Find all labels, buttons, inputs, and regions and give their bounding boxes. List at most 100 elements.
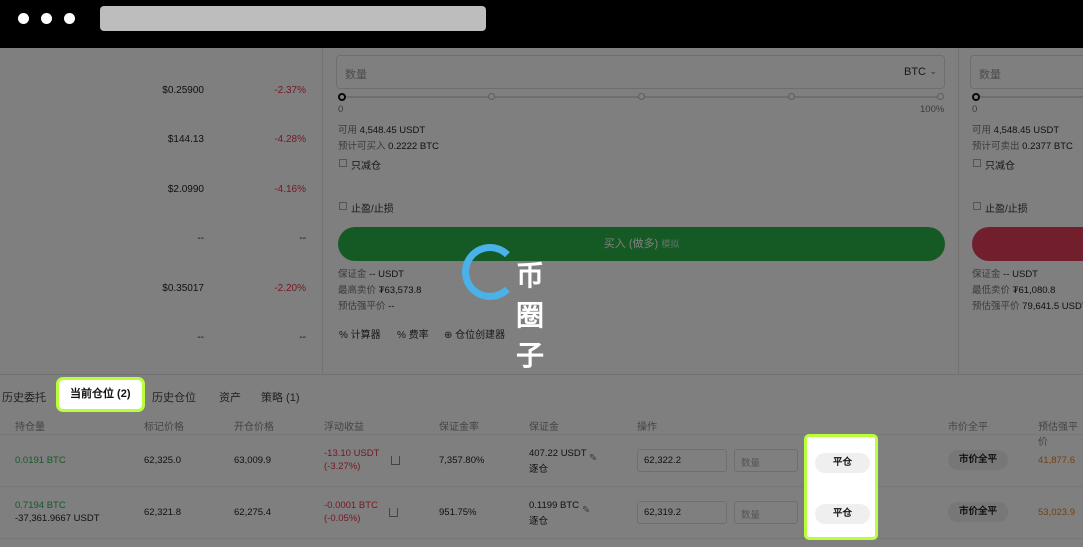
market-price: $2.0990 [167, 184, 204, 195]
quantity-placeholder: 数量 [345, 69, 367, 81]
header-liq-price: 预估强平价 [1038, 422, 1078, 448]
liq-price: 53,023.9 [1038, 507, 1075, 518]
tab-assets[interactable]: 资产 [219, 389, 241, 405]
open-price: 62,275.4 [234, 507, 271, 518]
percent-icon: % [397, 330, 406, 341]
sell-available: 可用 4,548.45 USDT [972, 125, 1060, 136]
watermark-ring-icon [462, 244, 518, 300]
close-buttons-highlight: 平仓 平仓 [804, 434, 878, 540]
header-mark-price: 标记价格 [144, 422, 184, 433]
market-price: -- [197, 233, 204, 244]
header-margin: 保证金 [529, 422, 559, 433]
tp-sl-label: 止盈/止损 [985, 204, 1028, 215]
market-price: -- [197, 332, 204, 343]
tab-strategies[interactable]: 策略 (1) [261, 389, 300, 405]
quantity-placeholder: 数量 [979, 69, 1001, 81]
column-divider [958, 48, 959, 374]
reduce-only-label: 只减仓 [351, 161, 381, 172]
pnl-percent: (-3.27%) [324, 461, 361, 472]
margin-mode: 逐仓 [529, 516, 549, 527]
percent-icon: % [339, 330, 348, 341]
tab-current-positions[interactable]: 当前仓位 (2) [56, 377, 145, 412]
row-divider [0, 486, 1083, 487]
window-maximize-dot[interactable] [64, 13, 75, 24]
close-position-button[interactable]: 平仓 [815, 453, 870, 473]
margin-rate: 7,357.80% [439, 455, 485, 466]
market-price: $0.35017 [162, 283, 204, 294]
header-position: 持仓量 [15, 422, 45, 433]
market-change: -2.20% [274, 283, 306, 294]
slider-tick[interactable] [638, 93, 645, 100]
window-minimize-dot[interactable] [41, 13, 52, 24]
slider-min-label: 0 [338, 104, 344, 115]
edit-icon[interactable]: ✎ [589, 453, 597, 464]
liq-price: 41,877.6 [1038, 455, 1075, 466]
window-close-dot[interactable] [18, 13, 29, 24]
close-qty-input[interactable]: 数量 [734, 501, 798, 524]
mark-price: 62,321.8 [144, 507, 181, 518]
share-icon[interactable] [391, 456, 400, 465]
plus-circle-icon: ⊕ [444, 330, 453, 341]
tp-sl-checkbox[interactable] [339, 202, 347, 210]
reduce-only-checkbox[interactable] [339, 159, 347, 167]
header-open-price: 开仓价格 [234, 422, 274, 433]
watermark-text: 币圈子 [516, 259, 546, 372]
buy-margin: 保证金 -- USDT [338, 269, 404, 280]
close-position-button[interactable]: 平仓 [815, 504, 870, 524]
sell-amount-slider[interactable] [976, 96, 1083, 98]
market-change: -2.37% [274, 85, 306, 96]
slider-min-label: 0 [972, 104, 978, 115]
browser-titlebar [0, 0, 1083, 48]
row-divider [0, 434, 1083, 435]
slider-tick[interactable] [788, 93, 795, 100]
market-close-button[interactable]: 市价全平 [948, 502, 1008, 522]
sell-quantity-input[interactable]: 数量 [970, 55, 1083, 89]
header-pnl: 浮动收益 [324, 422, 364, 433]
sell-estimated: 预计可卖出 0.2377 BTC [972, 141, 1073, 152]
unit-selector[interactable]: BTC [904, 66, 926, 78]
buy-long-button[interactable]: 买入 (做多) 模拟 [338, 227, 945, 261]
buy-quantity-input[interactable]: 数量 BTC ⌄ [336, 55, 945, 89]
pnl-value: -0.0001 BTC [324, 500, 378, 511]
market-price: $144.13 [167, 134, 204, 145]
position-value: -37,361.9667 USDT [15, 513, 100, 524]
section-divider [0, 374, 1083, 375]
share-icon[interactable] [389, 508, 398, 517]
reduce-only-label: 只减仓 [985, 161, 1015, 172]
sell-short-button[interactable] [972, 227, 1083, 261]
tab-history-positions[interactable]: 历史仓位 [152, 389, 196, 405]
margin-amount: 407.22 USDT [529, 448, 587, 459]
buy-liq-price: 预估强平价 -- [338, 301, 395, 312]
header-market-close: 市价全平 [948, 422, 988, 433]
buy-available: 可用 4,548.45 USDT [338, 125, 426, 136]
buy-max-price: 最高卖价 ₮63,573.8 [338, 285, 422, 296]
close-qty-input[interactable]: 数量 [734, 449, 798, 472]
close-price-input[interactable]: 62,322.2 [637, 449, 727, 472]
chevron-down-icon[interactable]: ⌄ [929, 66, 937, 77]
slider-tick[interactable] [488, 93, 495, 100]
market-change: -4.16% [274, 184, 306, 195]
position-size: 0.7194 BTC [15, 500, 66, 511]
tab-history-orders[interactable]: 历史委托 [2, 389, 46, 405]
sell-liq-price: 预估强平价 79,641.5 USDT [972, 301, 1083, 312]
fee-rate-tool[interactable]: % 费率 [397, 326, 429, 341]
reduce-only-checkbox[interactable] [973, 159, 981, 167]
market-close-button[interactable]: 市价全平 [948, 450, 1008, 470]
buy-slider-handle[interactable] [338, 93, 346, 101]
close-price-input[interactable]: 62,319.2 [637, 501, 727, 524]
calculator-tool[interactable]: % 计算器 [339, 326, 381, 341]
market-change: -4.28% [274, 134, 306, 145]
column-divider [322, 48, 323, 374]
slider-tick[interactable] [937, 93, 944, 100]
sell-slider-handle[interactable] [972, 93, 980, 101]
buy-estimated: 预计可买入 0.2222 BTC [338, 141, 439, 152]
tp-sl-checkbox[interactable] [973, 202, 981, 210]
market-change: -- [299, 233, 306, 244]
address-bar[interactable] [100, 6, 486, 31]
edit-icon[interactable]: ✎ [582, 505, 590, 516]
market-price: $0.25900 [162, 85, 204, 96]
open-price: 63,009.9 [234, 455, 271, 466]
position-builder-tool[interactable]: ⊕ 仓位创建器 [444, 326, 505, 341]
margin-amount: 0.1199 BTC [529, 500, 579, 511]
trading-app: $0.25900 -2.37% $144.13 -4.28% $2.0990 -… [0, 48, 1083, 547]
